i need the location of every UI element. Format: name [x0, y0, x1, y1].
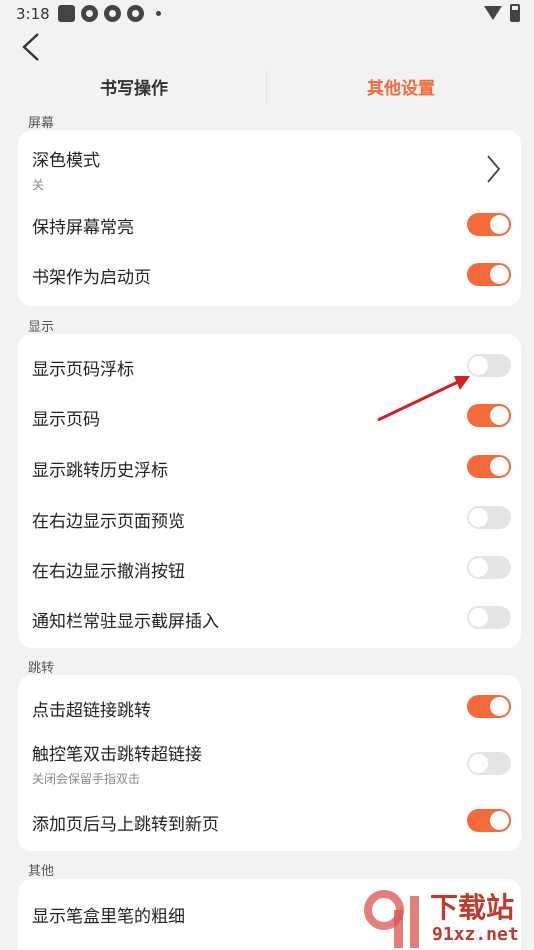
notification-app-icon	[81, 5, 98, 22]
toggle-right-preview[interactable]	[467, 506, 511, 529]
status-bar: 3:18	[0, 0, 534, 28]
toggle-notify-screenshot[interactable]	[467, 606, 511, 629]
row-stylus-double[interactable]: 触控笔双击跳转超链接 关闭会保留手指双击	[32, 739, 511, 795]
section-label-jump: 跳转	[28, 661, 55, 676]
row-dark-mode[interactable]: 深色模式 关	[32, 142, 511, 202]
row-right-preview[interactable]: 在右边显示页面预览	[32, 504, 511, 554]
row-label: 书架作为启动页	[32, 268, 151, 288]
toggle-keep-screen-on[interactable]	[467, 213, 511, 236]
tab-bar: 书写操作 其他设置	[0, 68, 534, 104]
watermark-url: 91xz.net	[432, 924, 519, 945]
row-add-page-jump[interactable]: 添加页后马上跳转到新页	[32, 807, 511, 857]
card-jump: 点击超链接跳转 触控笔双击跳转超链接 关闭会保留手指双击 添加页后马上跳转到新页	[18, 675, 521, 851]
toggle-jump-history-float[interactable]	[467, 455, 511, 478]
row-hyperlink-click[interactable]: 点击超链接跳转	[32, 693, 511, 743]
row-label: 显示跳转历史浮标	[32, 461, 168, 481]
card-screen: 深色模式 关 保持屏幕常亮 书架作为启动页	[18, 130, 521, 306]
row-label: 显示页码浮标	[32, 360, 134, 380]
row-label: 触控笔双击跳转超链接	[32, 745, 202, 765]
row-label: 保持屏幕常亮	[32, 218, 134, 238]
more-notifications-icon	[156, 11, 161, 16]
row-label: 显示页码	[32, 410, 100, 430]
row-notify-screenshot[interactable]: 通知栏常驻显示截屏插入	[32, 604, 511, 654]
notification-icons	[58, 5, 161, 22]
row-label: 通知栏常驻显示截屏插入	[32, 612, 219, 632]
section-label-other: 其他	[28, 864, 55, 879]
back-button[interactable]	[18, 32, 44, 62]
watermark-logo-icon	[364, 890, 419, 948]
status-right	[484, 4, 520, 22]
notification-app-icon	[104, 5, 121, 22]
chevron-right-icon	[487, 155, 501, 183]
notification-square-icon	[58, 5, 75, 22]
toggle-stylus-double[interactable]	[467, 752, 511, 775]
row-sub: 关闭会保留手指双击	[32, 772, 141, 786]
tab-writing-operation[interactable]: 书写操作	[100, 74, 168, 99]
row-label: 添加页后马上跳转到新页	[32, 815, 219, 835]
toggle-right-undo[interactable]	[467, 556, 511, 579]
back-arrow-icon	[22, 33, 39, 61]
row-keep-screen-on[interactable]: 保持屏幕常亮	[32, 210, 511, 260]
wifi-icon	[484, 6, 502, 20]
row-label: 深色模式	[32, 151, 100, 171]
notification-app-icon	[127, 5, 144, 22]
toggle-hyperlink-click[interactable]	[467, 695, 511, 718]
row-label: 显示笔盒里笔的粗细	[32, 907, 185, 927]
tab-divider	[266, 70, 267, 102]
row-sub: 关	[32, 178, 45, 192]
row-bookshelf-start[interactable]: 书架作为启动页	[32, 260, 511, 310]
row-label: 点击超链接跳转	[32, 701, 151, 721]
row-jump-history-float[interactable]: 显示跳转历史浮标	[32, 453, 511, 503]
row-label: 在右边显示页面预览	[32, 512, 185, 532]
section-label-screen: 屏幕	[28, 116, 55, 131]
annotation-arrow-icon	[377, 376, 470, 422]
section-label-display: 显示	[28, 320, 55, 335]
toggle-add-page-jump[interactable]	[467, 809, 511, 832]
tab-other-settings[interactable]: 其他设置	[367, 74, 435, 99]
watermark-title: 下载站	[430, 891, 515, 924]
status-time: 3:18	[16, 5, 50, 23]
row-right-undo[interactable]: 在右边显示撤消按钮	[32, 554, 511, 604]
toggle-bookshelf-start[interactable]	[467, 263, 511, 286]
watermark: 下载站 91xz.net	[360, 880, 534, 950]
battery-icon	[510, 4, 520, 22]
row-label: 在右边显示撤消按钮	[32, 562, 185, 582]
